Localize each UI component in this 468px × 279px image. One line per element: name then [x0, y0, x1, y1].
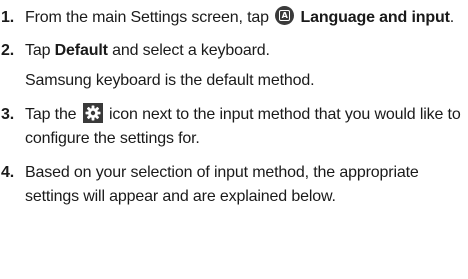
step-text: From the main Settings screen, tap	[25, 9, 274, 26]
menu-item-name: Language and input	[300, 9, 450, 26]
language-input-icon: A	[275, 6, 295, 25]
step-number: 3	[1, 103, 14, 127]
step-3: 3 Tap the icon next to the input method …	[0, 103, 468, 151]
step-text: Based on your selection of input method,…	[25, 164, 419, 205]
step-text: Tap	[25, 42, 55, 59]
step-text-end: .	[449, 9, 455, 26]
step-note: Samsung keyboard is the default method.	[25, 72, 315, 89]
option-name: Default	[54, 42, 108, 59]
step-4: 4 Based on your selection of input metho…	[0, 161, 468, 209]
step-2: 2 Tap Default and select a keyboard. Sam…	[0, 39, 468, 93]
step-1: 1 From the main Settings screen, tap A L…	[0, 6, 468, 30]
settings-gear-icon	[82, 103, 103, 123]
step-number: 1	[1, 6, 14, 30]
step-text-end: and select a keyboard.	[107, 42, 270, 59]
steps-list: 1 From the main Settings screen, tap A L…	[0, 6, 468, 209]
step-text: Tap the	[25, 106, 81, 123]
step-number: 4	[1, 161, 14, 185]
manual-page: 1 From the main Settings screen, tap A L…	[0, 0, 468, 279]
step-number: 2	[1, 39, 14, 63]
